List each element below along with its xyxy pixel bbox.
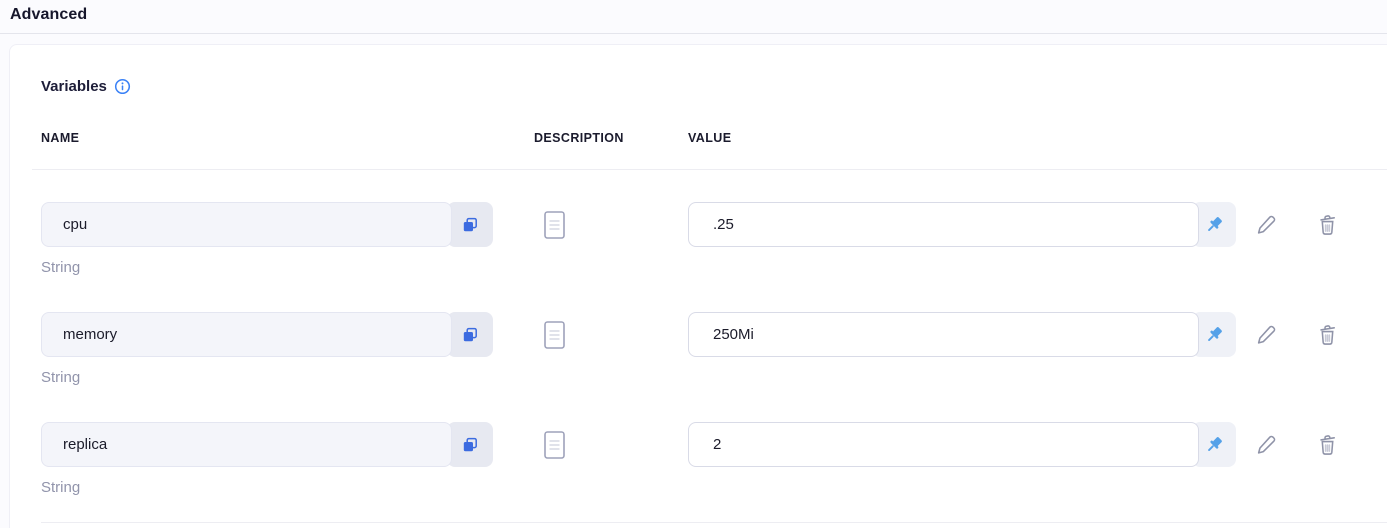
copy-icon bbox=[461, 326, 479, 344]
page-title: Advanced bbox=[10, 6, 87, 24]
variable-row-replica: String bbox=[10, 422, 1387, 526]
variable-type-label: String bbox=[41, 479, 80, 496]
trash-icon bbox=[1316, 322, 1339, 347]
description-icon bbox=[544, 211, 565, 239]
pin-icon bbox=[1204, 215, 1224, 235]
value-field-group bbox=[688, 312, 1236, 357]
section-title: Variables bbox=[41, 78, 131, 95]
variable-value-input[interactable] bbox=[688, 422, 1199, 467]
edit-button[interactable] bbox=[1253, 211, 1279, 238]
pencil-icon bbox=[1255, 323, 1278, 346]
variables-panel: Variables NAME DESCRIPTION VALUE String bbox=[9, 44, 1387, 528]
description-button[interactable] bbox=[542, 210, 566, 240]
delete-button[interactable] bbox=[1314, 211, 1340, 238]
description-button[interactable] bbox=[542, 430, 566, 460]
variable-name-input[interactable] bbox=[41, 202, 452, 247]
edit-button[interactable] bbox=[1253, 431, 1279, 458]
variable-name-input[interactable] bbox=[41, 422, 452, 467]
trash-icon bbox=[1316, 432, 1339, 457]
name-field-group bbox=[41, 422, 493, 467]
copy-icon bbox=[461, 436, 479, 454]
variable-type-label: String bbox=[41, 259, 80, 276]
name-field-group bbox=[41, 202, 493, 247]
edit-button[interactable] bbox=[1253, 321, 1279, 348]
variables-page: { "page": { "title": "Advanced" }, "vari… bbox=[0, 0, 1387, 528]
column-header-name: NAME bbox=[41, 131, 79, 145]
variable-type-label: String bbox=[41, 369, 80, 386]
variable-row-memory: String bbox=[10, 312, 1387, 416]
pin-icon bbox=[1204, 435, 1224, 455]
copy-button[interactable] bbox=[447, 202, 493, 247]
variable-row-cpu: String bbox=[10, 202, 1387, 306]
description-button[interactable] bbox=[542, 320, 566, 350]
table-bottom-divider bbox=[41, 522, 1387, 523]
description-icon bbox=[544, 431, 565, 459]
variable-value-input[interactable] bbox=[688, 312, 1199, 357]
copy-button[interactable] bbox=[447, 312, 493, 357]
delete-button[interactable] bbox=[1314, 431, 1340, 458]
pencil-icon bbox=[1255, 433, 1278, 456]
info-icon[interactable] bbox=[114, 78, 131, 95]
copy-button[interactable] bbox=[447, 422, 493, 467]
info-icon-glyph bbox=[114, 78, 131, 95]
pin-icon bbox=[1204, 325, 1224, 345]
delete-button[interactable] bbox=[1314, 321, 1340, 348]
value-field-group bbox=[688, 422, 1236, 467]
copy-icon bbox=[461, 216, 479, 234]
description-icon bbox=[544, 321, 565, 349]
table-header-divider bbox=[32, 169, 1387, 170]
value-field-group bbox=[688, 202, 1236, 247]
pencil-icon bbox=[1255, 213, 1278, 236]
variable-name-input[interactable] bbox=[41, 312, 452, 357]
name-field-group bbox=[41, 312, 493, 357]
column-header-description: DESCRIPTION bbox=[534, 131, 624, 145]
variable-value-input[interactable] bbox=[688, 202, 1199, 247]
column-header-value: VALUE bbox=[688, 131, 731, 145]
trash-icon bbox=[1316, 212, 1339, 237]
section-title-label: Variables bbox=[41, 78, 107, 95]
header-divider bbox=[0, 33, 1387, 34]
